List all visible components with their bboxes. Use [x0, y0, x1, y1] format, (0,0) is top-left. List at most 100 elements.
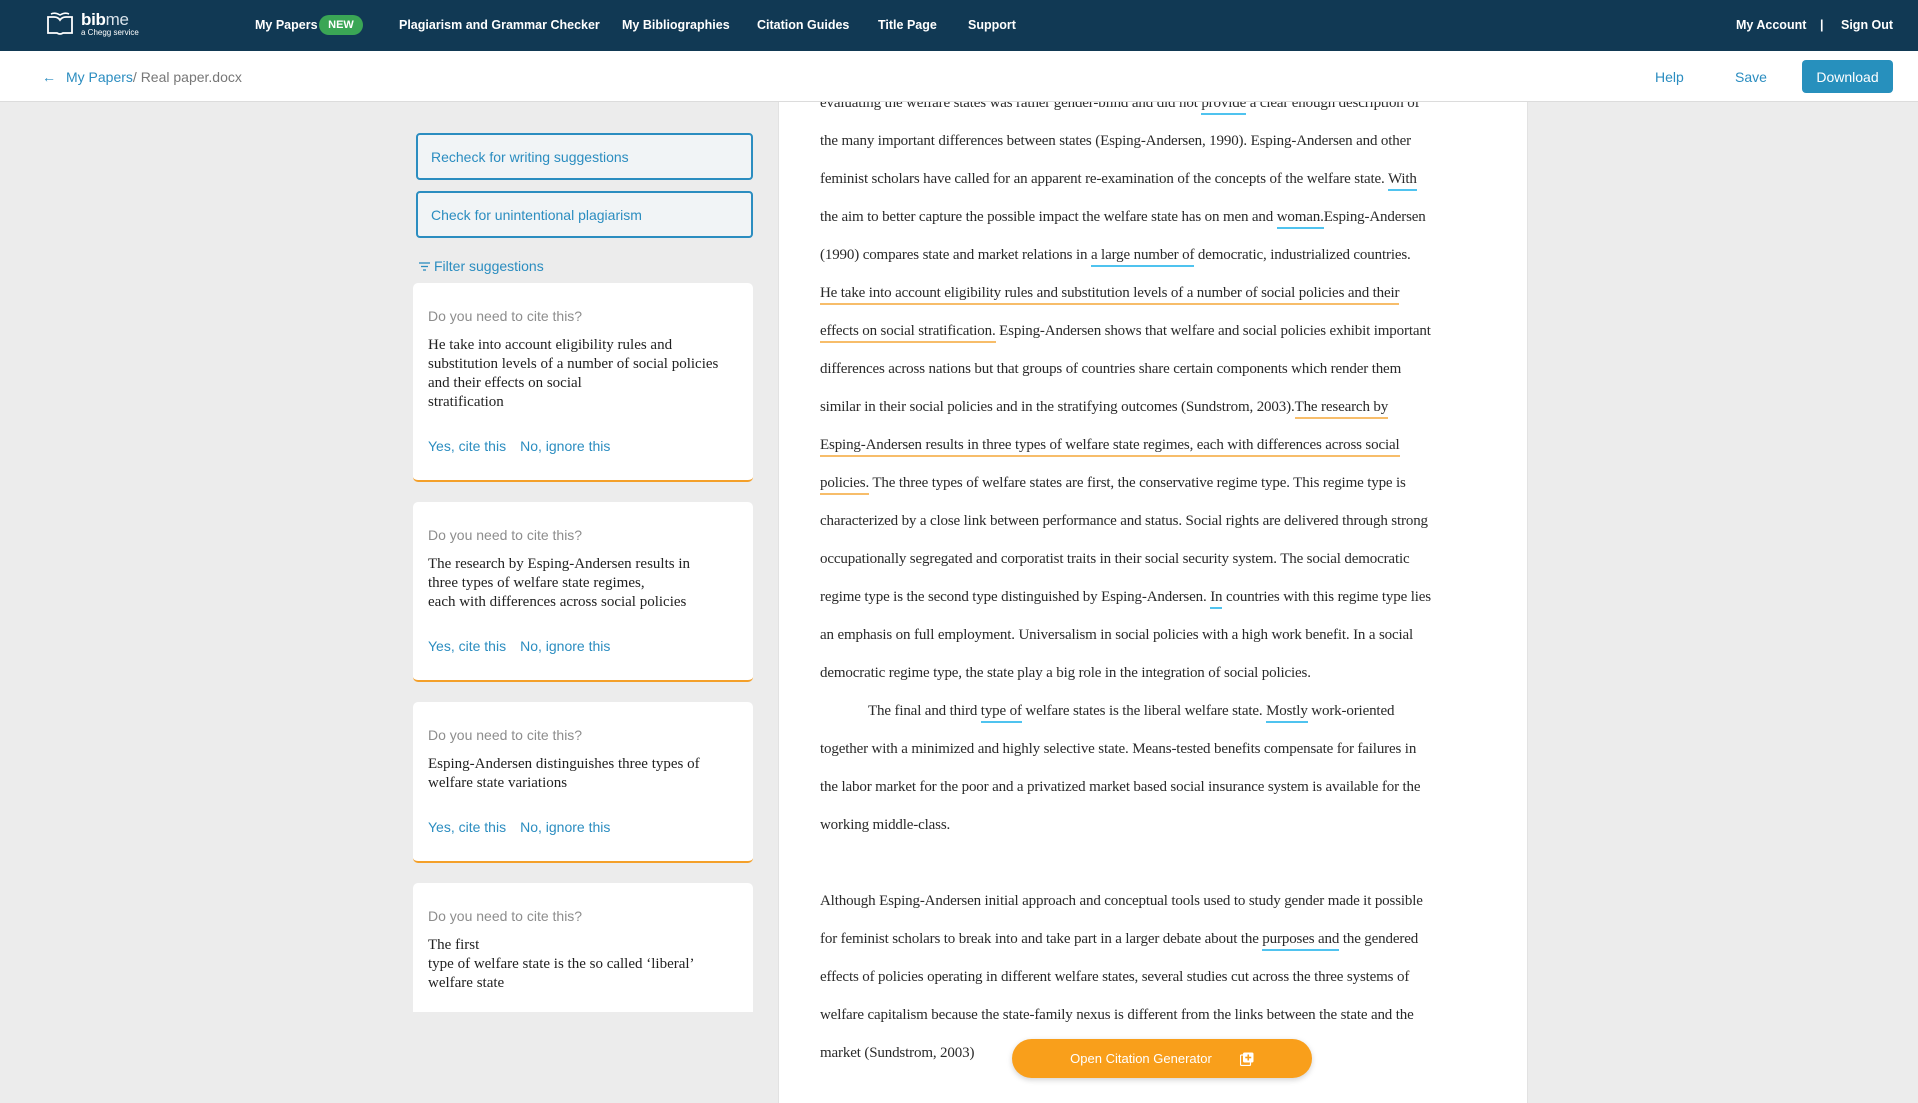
document-line: effects on social stratification. Esping…: [820, 312, 1490, 350]
document-text[interactable]: evaluating the welfare states was rather…: [820, 102, 1490, 1072]
save-button[interactable]: Save: [1735, 69, 1767, 85]
yes-cite-this-button[interactable]: Yes, cite this: [428, 638, 506, 654]
text-segment: regime type is the second type distingui…: [820, 589, 1211, 605]
document-line: characterized by a close link between pe…: [820, 502, 1490, 540]
document-page[interactable]: evaluating the welfare states was rather…: [778, 102, 1528, 1103]
text-segment: a clear enough description of: [1246, 102, 1420, 111]
citation-suggestion-highlight[interactable]: The research by: [1294, 399, 1388, 419]
text-segment: work-oriented: [1307, 703, 1395, 719]
citation-suggestion-highlight[interactable]: Esping-Andersen results in three types o…: [820, 437, 1400, 457]
nav-support[interactable]: Support: [968, 18, 1016, 32]
text-segment: democratic regime type, the state play a…: [820, 665, 1311, 681]
nav-title-page[interactable]: Title Page: [878, 18, 937, 32]
writing-suggestion-highlight[interactable]: purposes and: [1262, 931, 1339, 951]
document-line: (1990) compares state and market relatio…: [820, 236, 1490, 274]
writing-suggestion-highlight[interactable]: In: [1210, 589, 1223, 609]
logo-name-light: me: [105, 10, 129, 29]
citation-suggestion-card: Do you need to cite this? He take into a…: [413, 283, 753, 482]
text-segment: the labor market for the poor and a priv…: [820, 779, 1421, 795]
text-segment: similar in their social policies and in …: [820, 399, 1295, 415]
sign-out-link[interactable]: Sign Out: [1841, 18, 1893, 32]
logo-name-bold: bib: [81, 10, 106, 29]
no-ignore-this-button[interactable]: No, ignore this: [520, 438, 610, 454]
document-line: for feminist scholars to break into and …: [820, 920, 1490, 958]
document-line: democratic regime type, the state play a…: [820, 654, 1490, 692]
check-plagiarism-button[interactable]: Check for unintentional plagiarism: [416, 191, 753, 238]
card-question: Do you need to cite this?: [428, 527, 583, 543]
no-ignore-this-button[interactable]: No, ignore this: [520, 819, 610, 835]
text-segment: welfare capitalism because the state-fam…: [820, 1007, 1414, 1023]
document-line: policies. The three types of welfare sta…: [820, 464, 1490, 502]
text-segment: for feminist scholars to break into and …: [820, 931, 1263, 947]
text-segment: evaluating the welfare states was rather…: [820, 102, 1202, 111]
writing-suggestion-highlight[interactable]: provide: [1201, 102, 1246, 115]
download-button[interactable]: Download: [1802, 60, 1893, 93]
citation-suggestion-card: Do you need to cite this? The research b…: [413, 502, 753, 682]
document-line: similar in their social policies and in …: [820, 388, 1490, 426]
text-segment: (1990) compares state and market relatio…: [820, 247, 1091, 263]
text-segment: market (Sundstrom, 2003): [820, 1045, 975, 1061]
text-segment: differences across nations but that grou…: [820, 361, 1402, 377]
top-navigation-bar: bibme a Chegg service My Papers NEW Plag…: [0, 0, 1918, 51]
citation-suggestion-highlight[interactable]: policies.: [820, 475, 869, 495]
text-segment: Esping-Andersen: [1323, 209, 1426, 225]
citation-suggestion-highlight[interactable]: He take into account eligibility rules a…: [820, 285, 1400, 305]
no-ignore-this-button[interactable]: No, ignore this: [520, 638, 610, 654]
card-quote: The first type of welfare state is the s…: [428, 937, 695, 991]
logo-tagline: a Chegg service: [81, 28, 139, 37]
writing-suggestion-highlight[interactable]: woman.: [1276, 209, 1324, 229]
yes-cite-this-button[interactable]: Yes, cite this: [428, 438, 506, 454]
text-segment: characterized by a close link between pe…: [820, 513, 1428, 529]
text-segment: effects of policies operating in differe…: [820, 969, 1410, 985]
card-question: Do you need to cite this?: [428, 908, 583, 924]
citation-suggestion-card: Do you need to cite this? The first type…: [413, 883, 753, 1012]
writing-suggestion-highlight[interactable]: With: [1387, 171, 1417, 191]
breadcrumb-my-papers[interactable]: My Papers: [66, 69, 133, 85]
card-question: Do you need to cite this?: [428, 727, 583, 743]
open-book-icon: [47, 12, 73, 35]
nav-my-bibliographies[interactable]: My Bibliographies: [622, 18, 730, 32]
document-line: Esping-Andersen results in three types o…: [820, 426, 1490, 464]
text-segment: feminist scholars have called for an app…: [820, 171, 1388, 187]
breadcrumb: ← My Papers / Real paper.docx: [42, 69, 242, 85]
breadcrumb-current-file: / Real paper.docx: [132, 69, 242, 85]
text-segment: occupationally segregated and corporatis…: [820, 551, 1410, 567]
open-citation-generator-button[interactable]: Open Citation Generator: [1012, 1039, 1312, 1078]
filter-suggestions-button[interactable]: Filter suggestions: [419, 258, 544, 274]
document-line: The final and third type of welfare stat…: [820, 692, 1490, 730]
writing-suggestion-highlight[interactable]: type of: [980, 703, 1022, 723]
my-account-link[interactable]: My Account: [1736, 18, 1806, 32]
add-copy-icon: [1239, 1052, 1254, 1066]
document-line: Although Esping-Andersen initial approac…: [820, 882, 1490, 920]
document-line: together with a minimized and highly sel…: [820, 730, 1490, 768]
open-citation-generator-label: Open Citation Generator: [1070, 1051, 1212, 1066]
document-line: the aim to better capture the possible i…: [820, 198, 1490, 236]
nav-citation-guides[interactable]: Citation Guides: [757, 18, 849, 32]
writing-suggestion-highlight[interactable]: a large number of: [1090, 247, 1194, 267]
back-arrow-icon[interactable]: ←: [42, 69, 56, 85]
text-segment: an emphasis on full employment. Universa…: [820, 627, 1414, 643]
text-segment: The three types of welfare states are fi…: [869, 475, 1406, 491]
document-line: effects of policies operating in differe…: [820, 958, 1490, 996]
text-segment: The final and third: [868, 703, 981, 719]
text-segment: working middle-class.: [820, 817, 951, 833]
citation-suggestion-highlight[interactable]: effects on social stratification.: [820, 323, 996, 343]
document-line: differences across nations but that grou…: [820, 350, 1490, 388]
writing-suggestion-highlight[interactable]: Mostly: [1266, 703, 1308, 723]
document-line: the many important differences between s…: [820, 122, 1490, 160]
document-line: an emphasis on full employment. Universa…: [820, 616, 1490, 654]
nav-separator: |: [1820, 18, 1824, 32]
help-link[interactable]: Help: [1655, 69, 1684, 85]
nav-plagiarism-grammar-checker[interactable]: Plagiarism and Grammar Checker: [399, 18, 600, 32]
card-quote: The research by Esping-Andersen results …: [428, 556, 691, 610]
bibme-logo[interactable]: bibme a Chegg service: [46, 11, 139, 37]
document-line: welfare capitalism because the state-fam…: [820, 996, 1490, 1034]
yes-cite-this-button[interactable]: Yes, cite this: [428, 819, 506, 835]
recheck-writing-suggestions-button[interactable]: Recheck for writing suggestions: [416, 133, 753, 180]
filter-suggestions-label: Filter suggestions: [434, 258, 544, 274]
new-badge: NEW: [319, 15, 363, 35]
text-segment: the aim to better capture the possible i…: [820, 209, 1277, 225]
nav-my-papers[interactable]: My Papers: [255, 18, 318, 32]
document-line: feminist scholars have called for an app…: [820, 160, 1490, 198]
